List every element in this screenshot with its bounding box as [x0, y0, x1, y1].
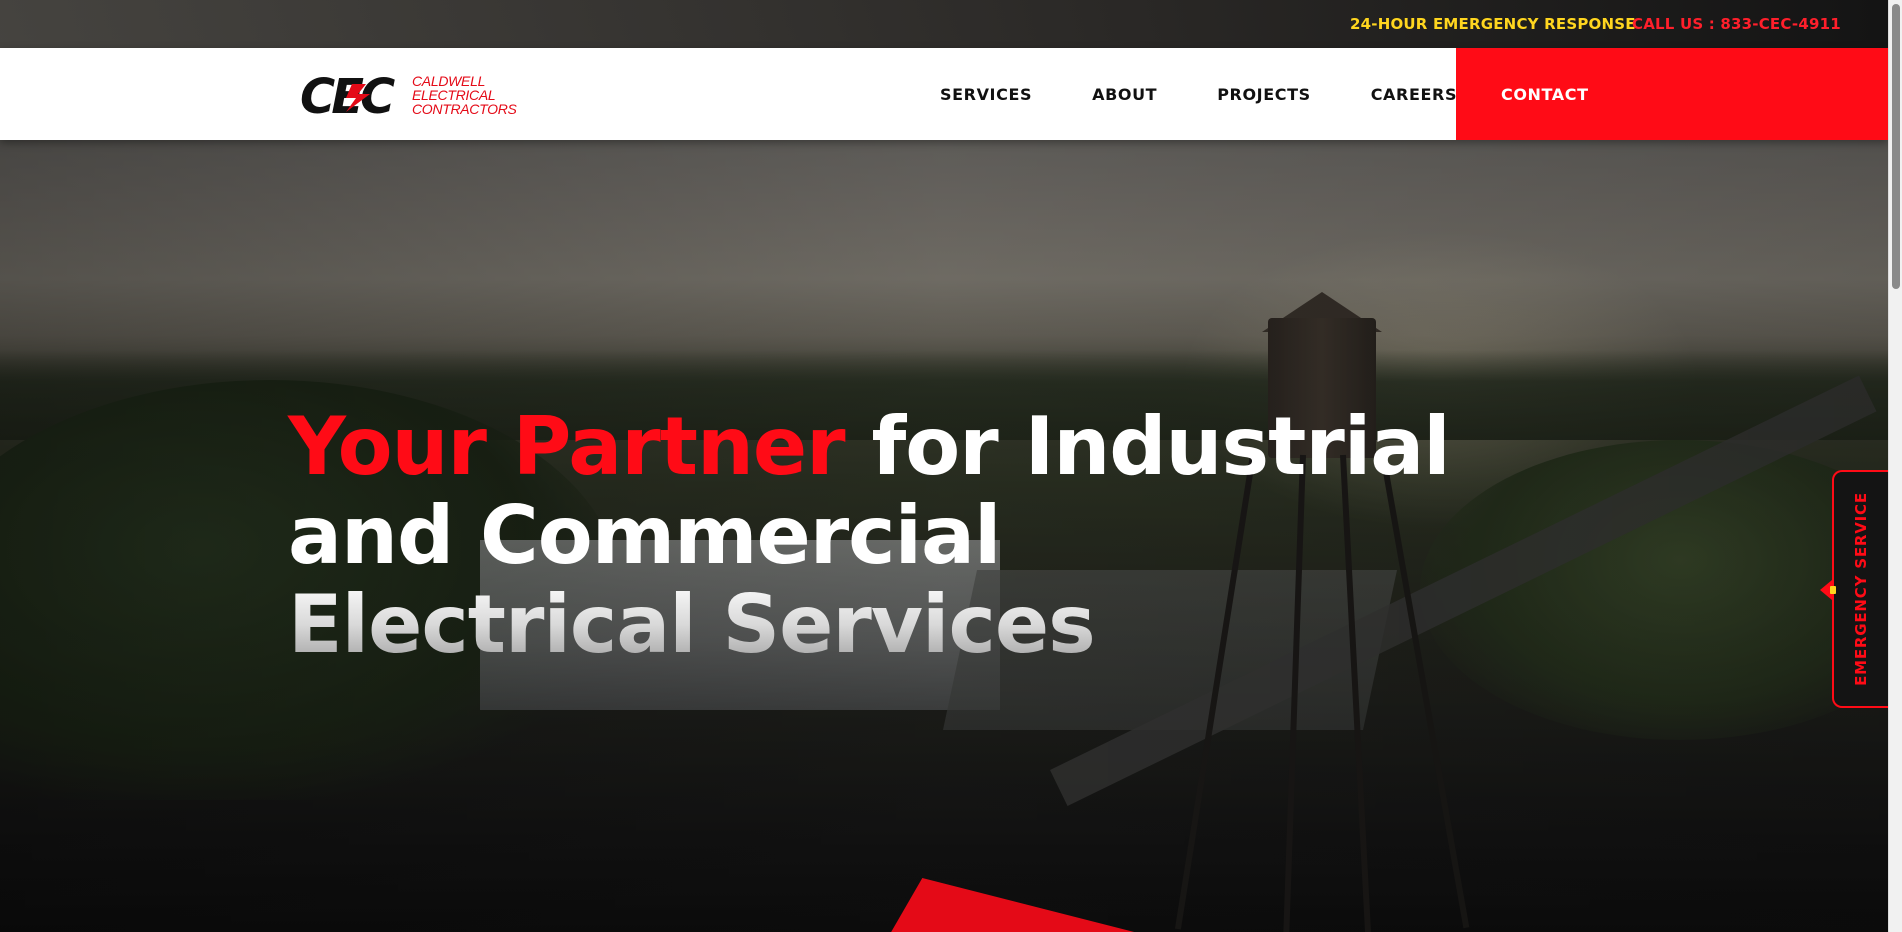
alert-icon — [1830, 586, 1836, 594]
red-accent-shape — [887, 878, 1193, 932]
site-header: CEC CALDWELL ELECTRICAL CONTRACTORS SERV… — [0, 48, 1888, 140]
cec-logo-mark: CEC — [300, 70, 399, 120]
top-utility-bar: 24-HOUR EMERGENCY RESPONSE CALL US : 833… — [0, 0, 1888, 48]
headline-line1-rest: for Industrial — [844, 400, 1450, 493]
headline-line3: Electrical Services — [288, 578, 1096, 671]
nav-item-careers[interactable]: CAREERS — [1371, 85, 1457, 104]
headline-highlight: Your Partner — [288, 400, 846, 493]
nav-item-about[interactable]: ABOUT — [1092, 85, 1157, 104]
nav-item-projects[interactable]: PROJECTS — [1217, 85, 1311, 104]
page-scrollbar[interactable] — [1888, 0, 1902, 932]
emergency-response-text: 24-HOUR EMERGENCY RESPONSE — [1350, 15, 1636, 33]
nav-item-services[interactable]: SERVICES — [940, 85, 1032, 104]
emergency-service-label: EMERGENCY SERVICE — [1852, 492, 1870, 686]
headline-line2: and Commercial — [288, 489, 1001, 582]
contact-button[interactable]: CONTACT — [1456, 48, 1888, 140]
cec-logo[interactable]: CEC CALDWELL ELECTRICAL CONTRACTORS — [300, 70, 520, 120]
logo-word-contractors: CONTRACTORS — [412, 101, 517, 117]
main-nav: SERVICES ABOUT PROJECTS CAREERS — [940, 48, 1517, 140]
logo-wordmark: CALDWELL ELECTRICAL CONTRACTORS — [412, 74, 517, 116]
logo-word-caldwell: CALDWELL — [412, 73, 486, 89]
hero-headline: Your Partner for Industrial and Commerci… — [288, 402, 1588, 669]
scrollbar-thumb[interactable] — [1892, 4, 1900, 289]
emergency-service-tab[interactable]: EMERGENCY SERVICE — [1820, 470, 1888, 708]
logo-word-electrical: ELECTRICAL — [412, 87, 496, 103]
call-us-link[interactable]: CALL US : 833-CEC-4911 — [1632, 15, 1841, 33]
